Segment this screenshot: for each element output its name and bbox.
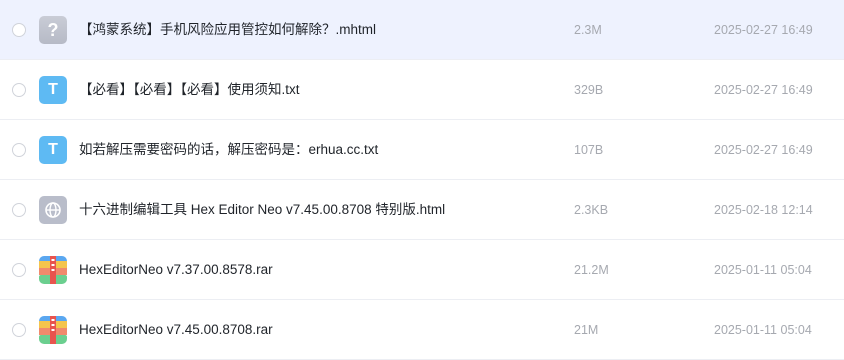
file-date: 2025-01-11 05:04 (714, 323, 812, 337)
file-name[interactable]: HexEditorNeo v7.37.00.8578.rar (79, 240, 273, 300)
file-name[interactable]: 十六进制编辑工具 Hex Editor Neo v7.45.00.8708 特别… (79, 180, 445, 240)
file-name[interactable]: 【鸿蒙系统】手机风险应用管控如何解除？.mhtml (79, 0, 376, 60)
file-name[interactable]: 如若解压需要密码的话，解压密码是：erhua.cc.txt (79, 120, 378, 180)
file-date: 2025-02-18 12:14 (714, 203, 813, 217)
file-date: 2025-02-27 16:49 (714, 23, 813, 37)
row-checkbox[interactable] (12, 323, 26, 337)
zip-archive-icon (39, 256, 67, 284)
file-list: ? 【鸿蒙系统】手机风险应用管控如何解除？.mhtml 2.3M 2025-02… (0, 0, 844, 360)
file-name[interactable]: 【必看】【必看】【必看】使用须知.txt (79, 60, 300, 120)
file-size: 329B (574, 83, 604, 97)
row-checkbox[interactable] (12, 263, 26, 277)
file-row[interactable]: T 如若解压需要密码的话，解压密码是：erhua.cc.txt 107B 202… (0, 120, 844, 180)
file-row[interactable]: HexEditorNeo v7.45.00.8708.rar 21M 2025-… (0, 300, 844, 360)
globe-icon (45, 202, 61, 218)
file-row[interactable]: HexEditorNeo v7.37.00.8578.rar 21.2M 202… (0, 240, 844, 300)
file-size: 21M (574, 323, 599, 337)
file-name[interactable]: HexEditorNeo v7.45.00.8708.rar (79, 300, 273, 360)
zip-archive-icon (39, 316, 67, 344)
archive-file-icon (39, 256, 67, 284)
file-size: 21.2M (574, 263, 609, 277)
archive-file-icon (39, 316, 67, 344)
file-row[interactable]: ? 【鸿蒙系统】手机风险应用管控如何解除？.mhtml 2.3M 2025-02… (0, 0, 844, 60)
text-file-icon: T (39, 76, 67, 104)
file-row[interactable]: T 【必看】【必看】【必看】使用须知.txt 329B 2025-02-27 1… (0, 60, 844, 120)
row-checkbox[interactable] (12, 23, 26, 37)
file-size: 2.3KB (574, 203, 609, 217)
file-date: 2025-02-27 16:49 (714, 143, 813, 157)
row-checkbox[interactable] (12, 203, 26, 217)
row-checkbox[interactable] (12, 143, 26, 157)
file-size: 107B (574, 143, 604, 157)
unknown-file-icon: ? (39, 16, 67, 44)
row-checkbox[interactable] (12, 83, 26, 97)
file-date: 2025-02-27 16:49 (714, 83, 813, 97)
file-size: 2.3M (574, 23, 602, 37)
text-file-icon: T (39, 136, 67, 164)
file-row[interactable]: 十六进制编辑工具 Hex Editor Neo v7.45.00.8708 特别… (0, 180, 844, 240)
web-file-icon (39, 196, 67, 224)
file-date: 2025-01-11 05:04 (714, 263, 812, 277)
